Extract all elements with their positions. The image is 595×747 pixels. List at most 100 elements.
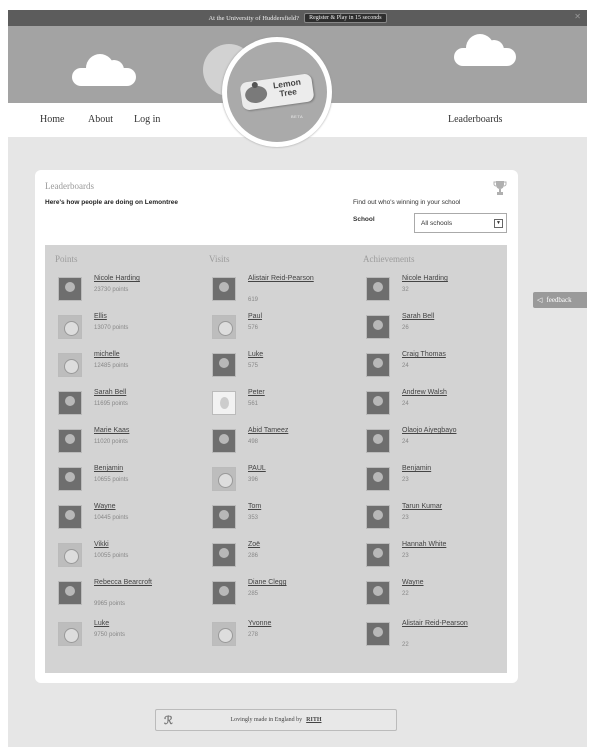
user-score: 286	[248, 553, 259, 559]
avatar[interactable]	[212, 622, 236, 646]
nav-leaderboards[interactable]: Leaderboards	[448, 114, 502, 125]
user-name-link[interactable]: Paul	[248, 312, 348, 322]
user-name-link[interactable]: Tom	[248, 502, 348, 512]
user-name-link[interactable]: Hannah White	[402, 540, 502, 550]
nav-about[interactable]: About	[88, 114, 113, 125]
school-select[interactable]: All schools ▼	[414, 213, 507, 233]
user-name-link[interactable]: Nicole Harding	[402, 274, 502, 284]
avatar[interactable]	[366, 505, 390, 529]
user-name-link[interactable]: Benjamin	[402, 464, 502, 474]
user-name-link[interactable]: Rebecca Bearcroft	[94, 578, 194, 588]
lemontree-logo[interactable]: Lemon Tree BETA	[222, 37, 332, 147]
user-score: 396	[248, 477, 259, 483]
user-name-link[interactable]: PAUL	[248, 464, 348, 474]
avatar[interactable]	[58, 429, 82, 453]
user-name-link[interactable]: Diane Clegg	[248, 578, 348, 588]
footer-rith-link[interactable]: RITH	[306, 717, 321, 723]
user-score: 9965 points	[94, 601, 126, 607]
close-icon[interactable]: ✕	[574, 12, 581, 21]
user-score: 26	[402, 325, 409, 331]
user-name-link[interactable]: Vikki	[94, 540, 194, 550]
avatar[interactable]	[366, 391, 390, 415]
avatar[interactable]	[366, 353, 390, 377]
user-score: 285	[248, 591, 259, 597]
user-name-link[interactable]: Alistair Reid-Pearson	[402, 619, 502, 629]
user-name-link[interactable]: Tarun Kumar	[402, 502, 502, 512]
lemon-icon	[244, 84, 269, 105]
user-name-link[interactable]: Sarah Bell	[94, 388, 194, 398]
avatar[interactable]	[58, 315, 82, 339]
promo-bar: At the University of Huddersfield? Regis…	[8, 10, 587, 26]
user-score: 498	[248, 439, 259, 445]
leaderboard-panel: Points Nicole Harding 23730 points Ellis 130…	[45, 245, 507, 673]
user-name-link[interactable]: Andrew Walsh	[402, 388, 502, 398]
avatar[interactable]	[58, 581, 82, 605]
avatar[interactable]	[212, 543, 236, 567]
user-score: 24	[402, 401, 409, 407]
user-score: 12485 points	[94, 363, 129, 369]
user-name-link[interactable]: Luke	[94, 619, 194, 629]
avatar[interactable]	[366, 543, 390, 567]
avatar[interactable]	[212, 581, 236, 605]
user-score: 576	[248, 325, 259, 331]
avatar[interactable]	[366, 315, 390, 339]
avatar[interactable]	[58, 467, 82, 491]
user-name-link[interactable]: michelle	[94, 350, 194, 360]
find-out-text: Find out who's winning in your school	[353, 199, 461, 206]
user-name-link[interactable]: Alistair Reid-Pearson	[248, 274, 348, 284]
page: At the University of Huddersfield? Regis…	[8, 10, 587, 747]
avatar[interactable]	[212, 277, 236, 301]
user-score: 24	[402, 363, 409, 369]
user-name-link[interactable]: Zoë	[248, 540, 348, 550]
user-name-link[interactable]: Craig Thomas	[402, 350, 502, 360]
avatar[interactable]	[58, 543, 82, 567]
user-name-link[interactable]: Nicole Harding	[94, 274, 194, 284]
avatar[interactable]	[58, 622, 82, 646]
user-name-link[interactable]: Olaojo Aiyegbayo	[402, 426, 502, 436]
user-score: 23	[402, 477, 409, 483]
card-subtitle: Here's how people are doing on Lemontree	[45, 199, 179, 206]
avatar[interactable]	[58, 353, 82, 377]
nav-home[interactable]: Home	[40, 114, 64, 125]
avatar[interactable]	[212, 467, 236, 491]
avatar[interactable]	[58, 505, 82, 529]
user-name-link[interactable]: Yvonne	[248, 619, 348, 629]
column-title: Points	[55, 254, 78, 264]
avatar[interactable]	[212, 353, 236, 377]
user-name-link[interactable]: Benjamin	[94, 464, 194, 474]
avatar[interactable]	[212, 315, 236, 339]
user-name-link[interactable]: Wayne	[94, 502, 194, 512]
user-name-link[interactable]: Abid Tameez	[248, 426, 348, 436]
column-title: Visits	[209, 254, 230, 264]
avatar[interactable]	[58, 391, 82, 415]
user-name-link[interactable]: Ellis	[94, 312, 194, 322]
user-score: 10655 points	[94, 477, 129, 483]
user-name-link[interactable]: Peter	[248, 388, 348, 398]
avatar[interactable]	[366, 429, 390, 453]
user-score: 619	[248, 297, 259, 303]
leaderboards-card: Leaderboards Here's how people are doing…	[35, 170, 518, 683]
footer: ℛ Lovingly made in England by RITH	[155, 709, 397, 731]
avatar[interactable]	[366, 467, 390, 491]
avatar[interactable]	[366, 277, 390, 301]
user-score: 22	[402, 591, 409, 597]
user-score: 24	[402, 439, 409, 445]
avatar[interactable]	[366, 622, 390, 646]
user-name-link[interactable]: Marie Kaas	[94, 426, 194, 436]
avatar[interactable]	[212, 391, 236, 415]
user-score: 23	[402, 515, 409, 521]
avatar[interactable]	[366, 581, 390, 605]
register-button[interactable]: Register & Play in 15 seconds	[304, 13, 387, 23]
user-score: 10055 points	[94, 553, 129, 559]
user-name-link[interactable]: Luke	[248, 350, 348, 360]
user-score: 11020 points	[94, 439, 128, 445]
avatar[interactable]	[58, 277, 82, 301]
user-score: 32	[402, 287, 409, 293]
user-name-link[interactable]: Sarah Bell	[402, 312, 502, 322]
nav-login[interactable]: Log in	[134, 114, 160, 125]
avatar[interactable]	[212, 505, 236, 529]
user-name-link[interactable]: Wayne	[402, 578, 502, 588]
user-score: 561	[248, 401, 259, 407]
avatar[interactable]	[212, 429, 236, 453]
feedback-tab[interactable]: ◁ feedback	[533, 292, 587, 308]
